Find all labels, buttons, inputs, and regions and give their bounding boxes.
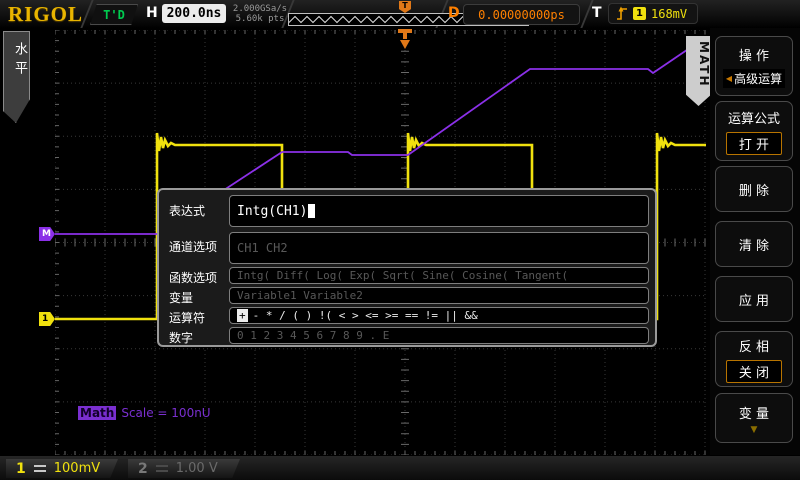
- trigger-position-marker[interactable]: [397, 29, 413, 54]
- menu-apply-title: 应 用: [739, 290, 769, 309]
- menu-invert-title: 反 相: [739, 336, 769, 355]
- expression-input[interactable]: Intg(CH1): [229, 195, 649, 227]
- function-options-label: 函数选项: [169, 269, 217, 286]
- menu-operate-value: 高级运算: [734, 70, 782, 87]
- dc-coupling-icon: [156, 465, 168, 472]
- menu-formula-value: 打 开: [726, 132, 782, 155]
- menu-delete-title: 删 除: [739, 180, 769, 199]
- rigol-logo: RIGOL: [8, 2, 83, 27]
- math-menu-tab[interactable]: MATH: [686, 36, 711, 106]
- oscilloscope-screen: RIGOL T'D H 200.0ns 2.000GSa/s 5.60k pts…: [0, 0, 800, 480]
- ch1-number: 1: [16, 461, 26, 477]
- channel-status-bar: 1 100mV 2 1.00 V 23:39: [0, 455, 800, 480]
- menu-delete-button[interactable]: 删 除: [715, 166, 793, 212]
- operator-field[interactable]: + - * / ( ) !( < > <= >= == != || &&: [229, 307, 649, 324]
- horizontal-menu-tab[interactable]: 水平: [3, 31, 30, 123]
- trigger-source-badge: 1: [633, 7, 646, 20]
- menu-variable-button[interactable]: 变 量 ▼: [715, 393, 793, 443]
- memory-trigger-flag-icon[interactable]: T: [399, 1, 411, 13]
- menu-clear-button[interactable]: 清 除: [715, 221, 793, 267]
- menu-operate-button[interactable]: 操 作 ◀ 高级运算: [715, 36, 793, 96]
- channel-options-field[interactable]: CH1 CH2: [229, 232, 649, 264]
- function-options-field[interactable]: Intg( Diff( Log( Exp( Sqrt( Sine( Cosine…: [229, 267, 649, 284]
- rising-edge-icon: [615, 6, 628, 21]
- operator-label: 运算符: [169, 309, 205, 326]
- ch1-ground-marker[interactable]: 1: [39, 312, 55, 326]
- ch2-scale: 1.00 V: [176, 461, 218, 476]
- math-scale-text: Scale = 100nU: [121, 406, 210, 420]
- math-expression-dialog: 表达式 Intg(CH1) 通道选项 CH1 CH2 函数选项 Intg( Di…: [157, 188, 657, 347]
- trigger-label: T: [592, 5, 602, 21]
- menu-variable-title: 变 量: [739, 403, 769, 422]
- horizontal-label: H: [146, 5, 158, 21]
- variable-field[interactable]: Variable1 Variable2: [229, 287, 649, 304]
- trigger-info-box[interactable]: 1 168mV: [608, 3, 698, 24]
- timebase-value[interactable]: 200.0ns: [162, 4, 226, 23]
- menu-invert-value: 关 闭: [726, 360, 782, 383]
- left-arrow-icon: ◀: [726, 74, 732, 83]
- menu-clear-title: 清 除: [739, 235, 769, 254]
- delay-label: D: [448, 5, 460, 21]
- menu-operate-title: 操 作: [739, 45, 769, 64]
- channel-options-label: 通道选项: [169, 238, 217, 255]
- trigger-level-value: 168mV: [651, 7, 687, 21]
- operator-list: - * / ( ) !( < > <= >= == != || &&: [253, 309, 478, 322]
- menu-formula-button[interactable]: 运算公式 打 开: [715, 101, 793, 161]
- trigger-status-text: T'D: [103, 8, 125, 22]
- trigger-status-badge: T'D: [90, 4, 138, 25]
- ch1-scale: 100mV: [54, 461, 100, 476]
- variable-label: 变量: [169, 289, 193, 306]
- number-label: 数字: [169, 329, 193, 346]
- ch2-status-box[interactable]: 2 1.00 V: [128, 459, 240, 478]
- ch1-status-box[interactable]: 1 100mV: [6, 459, 118, 478]
- math-position-marker[interactable]: M: [39, 227, 55, 241]
- number-field[interactable]: 0 1 2 3 4 5 6 7 8 9 . E: [229, 327, 649, 344]
- memory-depth: 5.60k pts: [229, 14, 291, 24]
- operator-selected: +: [237, 309, 248, 322]
- sample-rate: 2.000GSa/s: [229, 4, 291, 14]
- down-arrow-icon: ▼: [751, 427, 758, 433]
- menu-formula-title: 运算公式: [728, 108, 780, 127]
- ch2-number: 2: [138, 461, 148, 477]
- math-badge: Math: [78, 406, 116, 420]
- trigger-delay-value[interactable]: 0.00000000ps: [463, 4, 580, 25]
- dc-coupling-icon: [34, 465, 46, 472]
- menu-apply-button[interactable]: 应 用: [715, 276, 793, 322]
- top-status-bar: RIGOL T'D H 200.0ns 2.000GSa/s 5.60k pts…: [0, 0, 800, 29]
- soft-menu-panel: 操 作 ◀ 高级运算 运算公式 打 开 删 除 清 除 应 用 反 相 关 闭 …: [710, 28, 800, 455]
- expression-value: Intg(CH1): [237, 204, 307, 219]
- acquisition-info: 2.000GSa/s 5.60k pts: [229, 4, 291, 24]
- menu-invert-button[interactable]: 反 相 关 闭: [715, 331, 793, 387]
- text-cursor: [308, 204, 315, 218]
- expression-label: 表达式: [169, 202, 205, 219]
- math-scale-readout: Math Scale = 100nU: [78, 406, 211, 420]
